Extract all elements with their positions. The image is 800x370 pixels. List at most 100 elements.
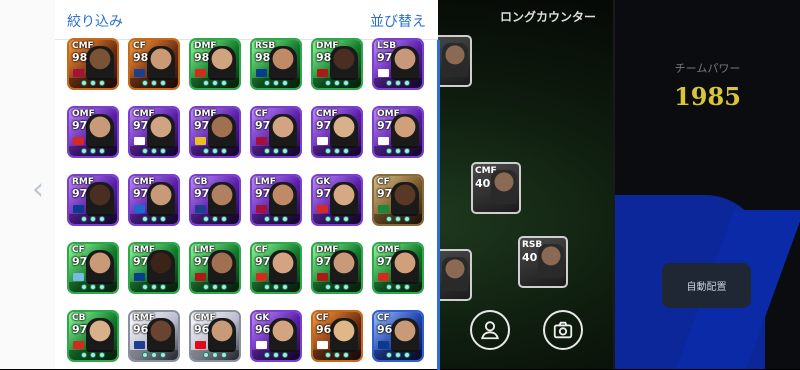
player-card[interactable]: CB 97 xyxy=(189,174,241,226)
player-card[interactable]: CF 97 xyxy=(250,242,302,294)
skill-dot-icon xyxy=(264,284,270,290)
player-card[interactable]: OMF 97 xyxy=(372,242,424,294)
nation-flag-icon xyxy=(134,205,145,213)
player-card[interactable]: DMF 97 xyxy=(189,106,241,158)
divider xyxy=(613,0,615,369)
nation-flag-icon xyxy=(73,341,84,349)
player-rating: 96 xyxy=(316,323,332,336)
auto-assign-button[interactable]: 自動配置 xyxy=(662,263,751,308)
player-card[interactable]: RSB 98 xyxy=(250,38,302,90)
skill-dot-icon xyxy=(264,148,270,154)
skill-indicators xyxy=(69,78,117,88)
player-card[interactable]: CF 96 xyxy=(311,310,363,362)
skill-dot-icon xyxy=(212,284,218,290)
player-card[interactable]: CMF 98 xyxy=(67,38,119,90)
profile-button[interactable] xyxy=(470,310,510,350)
player-card[interactable]: RMF 97 xyxy=(67,174,119,226)
player-card[interactable]: GK 96 xyxy=(250,310,302,362)
player-card[interactable]: CF 97 xyxy=(250,106,302,158)
player-card[interactable]: CMF 96 xyxy=(189,310,241,362)
player-rating: 97 xyxy=(377,119,393,132)
player-list-panel: 絞り込み 並び替え CMF 98 CF 98 DMF 98 RSB 98 DMF 98 LSB 97 O… xyxy=(55,0,438,369)
skill-indicators xyxy=(130,146,178,156)
camera-icon xyxy=(553,321,573,339)
player-position: CMF xyxy=(133,109,155,119)
side-strip: ‹ xyxy=(0,0,55,369)
skill-dot-icon xyxy=(404,216,410,222)
player-portrait xyxy=(330,182,358,216)
skill-dot-icon xyxy=(282,352,288,358)
sort-button[interactable]: 並び替え xyxy=(370,11,426,31)
player-card[interactable]: OMF 97 xyxy=(67,106,119,158)
player-rating: 98 xyxy=(316,51,332,64)
player-card[interactable]: LMF 97 xyxy=(250,174,302,226)
player-card[interactable]: DMF 98 xyxy=(189,38,241,90)
skill-indicators xyxy=(191,78,239,88)
player-portrait xyxy=(147,114,175,148)
skill-dot-icon xyxy=(273,216,279,222)
player-portrait xyxy=(391,182,419,216)
skill-indicators xyxy=(252,282,300,292)
field-player-card[interactable]: RSB 40 xyxy=(518,236,568,288)
player-rating: 97 xyxy=(194,255,210,268)
player-card[interactable]: OMF 97 xyxy=(372,106,424,158)
player-card[interactable]: CMF 97 xyxy=(311,106,363,158)
skill-dot-icon xyxy=(203,284,209,290)
scrollbar[interactable] xyxy=(437,40,440,370)
player-card[interactable]: RMF 97 xyxy=(128,242,180,294)
player-rating: 98 xyxy=(194,51,210,64)
player-position: CF xyxy=(377,177,390,187)
skill-dot-icon xyxy=(151,284,157,290)
skill-indicators xyxy=(252,146,300,156)
player-card[interactable]: CMF 97 xyxy=(128,106,180,158)
skill-indicators xyxy=(313,146,361,156)
skill-dot-icon xyxy=(99,148,105,154)
player-position: RSB xyxy=(255,41,276,51)
player-card[interactable]: CMF 97 xyxy=(128,174,180,226)
filter-button[interactable]: 絞り込み xyxy=(67,11,123,31)
player-portrait xyxy=(391,114,419,148)
screenshot-button[interactable] xyxy=(543,310,583,350)
player-card[interactable]: DMF 98 xyxy=(311,38,363,90)
skill-dot-icon xyxy=(273,284,279,290)
skill-indicators xyxy=(191,214,239,224)
chevron-left-icon[interactable]: ‹ xyxy=(32,172,44,207)
skill-dot-icon xyxy=(325,148,331,154)
player-card[interactable]: CB 97 xyxy=(67,310,119,362)
player-rating: 97 xyxy=(255,119,271,132)
player-position: DMF xyxy=(194,41,217,51)
player-card[interactable]: GK 97 xyxy=(311,174,363,226)
player-rating: 97 xyxy=(377,187,393,200)
player-rating: 97 xyxy=(377,255,393,268)
skill-dot-icon xyxy=(395,352,401,358)
skill-dot-icon xyxy=(151,148,157,154)
skill-dot-icon xyxy=(151,216,157,222)
player-card[interactable]: CF 96 xyxy=(372,310,424,362)
skill-dot-icon xyxy=(334,80,340,86)
player-portrait xyxy=(269,182,297,216)
player-portrait xyxy=(442,43,468,77)
skill-dot-icon xyxy=(142,148,148,154)
player-card[interactable]: LSB 97 xyxy=(372,38,424,90)
skill-dot-icon xyxy=(142,80,148,86)
skill-dot-icon xyxy=(221,284,227,290)
player-card[interactable]: CF 97 xyxy=(67,242,119,294)
player-card[interactable]: CF 98 xyxy=(128,38,180,90)
skill-dot-icon xyxy=(81,284,87,290)
nation-flag-icon xyxy=(378,137,389,145)
player-rating: 98 xyxy=(133,51,149,64)
skill-dot-icon xyxy=(386,284,392,290)
player-card[interactable]: DMF 97 xyxy=(311,242,363,294)
player-card[interactable]: LMF 97 xyxy=(189,242,241,294)
field-player-card[interactable]: CMF 40 xyxy=(471,162,521,214)
skill-indicators xyxy=(191,282,239,292)
player-card[interactable]: CF 97 xyxy=(372,174,424,226)
player-rating: 97 xyxy=(255,187,271,200)
skill-dot-icon xyxy=(142,284,148,290)
player-position: CMF xyxy=(194,313,216,323)
player-portrait xyxy=(147,46,175,80)
skill-dot-icon xyxy=(334,216,340,222)
skill-dot-icon xyxy=(99,352,105,358)
player-card[interactable]: RMF 96 xyxy=(128,310,180,362)
player-position: CF xyxy=(316,313,329,323)
